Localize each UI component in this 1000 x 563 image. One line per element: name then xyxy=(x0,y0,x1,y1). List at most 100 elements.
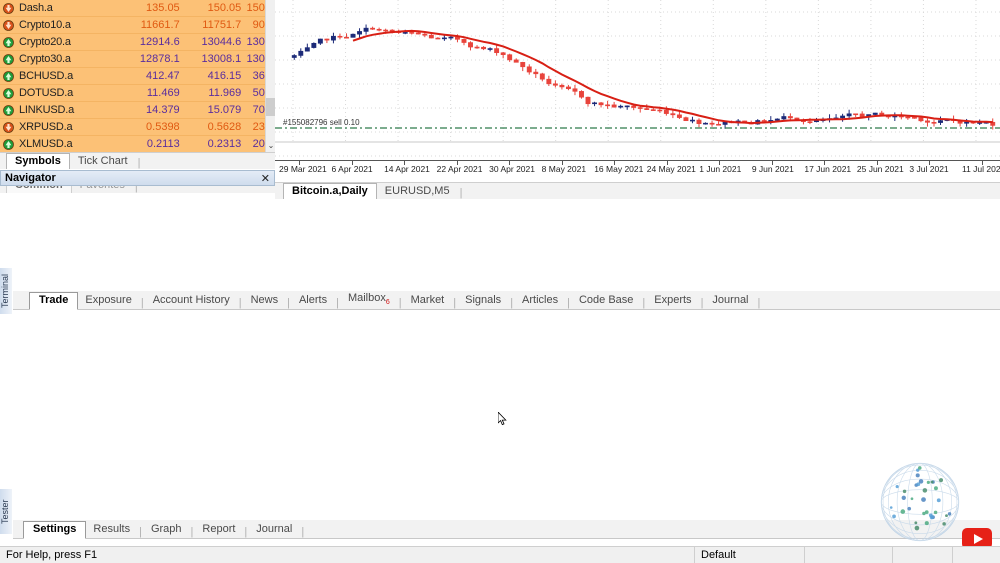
market-watch-bid: 14.379 xyxy=(146,104,180,116)
tab-account-history[interactable]: Account History xyxy=(146,293,237,309)
tab-report[interactable]: Report xyxy=(195,522,242,538)
axis-tick-label: 24 May 2021 xyxy=(646,164,696,174)
navigator-panel-header[interactable]: Navigator ✕ xyxy=(0,170,275,186)
tab-label: Exposure xyxy=(85,294,132,306)
chart-pane[interactable]: #155082796 sell 0.10 xyxy=(275,0,1000,160)
tab-separator: | xyxy=(287,297,290,309)
market-watch-row[interactable]: LINKUSD.a 14.379 15.079 700 xyxy=(0,102,275,119)
tab-label: Symbols xyxy=(15,155,61,167)
tab-label: Report xyxy=(202,523,236,535)
market-watch-symbol: Crypto20.a xyxy=(19,36,71,48)
chevron-down-icon[interactable]: ⌄ xyxy=(266,141,275,150)
tab-label: Alerts xyxy=(298,294,328,306)
terminal-tabs[interactable]: Trade Exposure | Account History | News | Alert… xyxy=(13,291,1000,310)
tab-journal[interactable]: Journal xyxy=(249,522,299,538)
chart-tabs[interactable]: Bitcoin.a,Daily EURUSD,M5 | xyxy=(275,182,1000,199)
tab-tick-chart[interactable]: Tick Chart xyxy=(70,154,136,169)
arrow-up-icon xyxy=(3,53,14,65)
market-watch-ask: 13008.1 xyxy=(201,53,242,65)
tab-separator: | xyxy=(453,297,457,309)
tab-label: Bitcoin.a,Daily xyxy=(292,185,368,197)
axis-tick-label: 3 Jul 2021 xyxy=(909,164,949,174)
market-watch-symbol: Crypto10.a xyxy=(19,19,71,31)
axis-tick-label: 6 Apr 2021 xyxy=(331,164,373,174)
tester-tabs[interactable]: Settings Results | Graph | Report | Journal | xyxy=(13,520,1000,539)
axis-tick-label: 17 Jun 2021 xyxy=(804,164,852,174)
tab-mailbox[interactable]: Mailbox6 xyxy=(341,291,397,309)
market-watch-row[interactable]: Crypto30.a 12878.1 13008.1 1300 xyxy=(0,51,275,68)
terminal-side-label[interactable]: Terminal xyxy=(0,268,12,314)
tab-news[interactable]: News xyxy=(244,293,286,309)
scrollbar-thumb[interactable] xyxy=(266,98,275,116)
market-watch-symbol: LINKUSD.a xyxy=(19,104,75,116)
close-icon[interactable]: ✕ xyxy=(261,172,274,185)
tab-symbols[interactable]: Symbols xyxy=(6,153,70,169)
tab-exposure[interactable]: Exposure xyxy=(78,293,138,309)
tab-separator: | xyxy=(140,297,144,309)
axis-tick-label: 22 Apr 2021 xyxy=(436,164,483,174)
market-watch-row[interactable]: Crypto20.a 12914.6 13044.6 1300 xyxy=(0,34,275,51)
navigator-title: Navigator xyxy=(5,172,56,184)
tab-separator: | xyxy=(301,526,305,538)
tab-separator: | xyxy=(398,297,402,309)
market-watch-ask: 11.969 xyxy=(208,87,242,99)
market-watch-row[interactable]: XRPUSD.a 0.5398 0.5628 230 xyxy=(0,119,275,136)
market-watch-tabs[interactable]: Symbols Tick Chart | xyxy=(0,152,275,169)
tab-badge: 6 xyxy=(385,299,390,306)
axis-tick-label: 11 Jul 2021 xyxy=(961,164,1000,174)
axis-tick-label: 30 Apr 2021 xyxy=(489,164,535,174)
market-watch-symbol: XRPUSD.a xyxy=(19,121,73,133)
tab-label: Trade xyxy=(39,294,69,306)
tab-separator: | xyxy=(336,297,339,309)
tab-label: EURUSD,M5 xyxy=(384,185,450,197)
tab-separator: | xyxy=(459,187,463,199)
strategy-tester-panel: ✕ Expert Advisor ∨ EA Studio BTCUSD D1 4… xyxy=(0,314,1000,546)
tab-settings[interactable]: Settings xyxy=(23,521,87,539)
tab-label: Settings xyxy=(33,523,77,535)
market-watch-panel[interactable]: Dash.a 135.05 150.05 1500 Crypto10.a 11661.7 1… xyxy=(0,0,275,152)
open-position-label: #155082796 sell 0.10 xyxy=(283,118,360,127)
tab-experts[interactable]: Experts xyxy=(647,293,698,309)
tab-separator: | xyxy=(642,297,646,309)
chart-time-axis: 29 Mar 2021 6 Apr 2021 14 Apr 2021 22 Apr 2… xyxy=(275,160,1000,182)
market-watch-row[interactable]: Crypto10.a 11661.7 11751.7 900 xyxy=(0,17,275,34)
tab-alerts[interactable]: Alerts xyxy=(292,293,334,309)
tab-separator: | xyxy=(700,297,704,309)
tab-eurusd-m5[interactable]: EURUSD,M5 xyxy=(377,184,458,199)
tab-market[interactable]: Market xyxy=(404,293,452,309)
market-watch-bid: 0.5398 xyxy=(146,121,180,133)
market-watch-row[interactable]: BCHUSD.a 412.47 416.15 368 xyxy=(0,68,275,85)
market-watch-ask: 11751.7 xyxy=(202,19,242,31)
arrow-up-icon xyxy=(3,87,14,99)
tab-journal[interactable]: Journal xyxy=(705,293,755,309)
tab-label: Tick Chart xyxy=(77,155,128,167)
axis-tick-label: 25 Jun 2021 xyxy=(856,164,904,174)
axis-tick-label: 16 May 2021 xyxy=(594,164,644,174)
tab-label: Results xyxy=(93,523,131,535)
market-watch-row[interactable]: Dash.a 135.05 150.05 1500 xyxy=(0,0,275,17)
market-watch-ask: 0.2313 xyxy=(207,138,242,150)
status-profile[interactable]: Default xyxy=(695,546,805,563)
market-watch-ask: 15.079 xyxy=(207,104,242,116)
market-watch-row[interactable]: DOTUSD.a 11.469 11.969 500 xyxy=(0,85,275,102)
tab-label: Market xyxy=(410,294,445,306)
arrow-up-icon xyxy=(3,104,14,116)
market-watch-bid: 0.2113 xyxy=(146,138,180,150)
tab-articles[interactable]: Articles xyxy=(515,293,565,309)
tab-results[interactable]: Results xyxy=(86,522,137,538)
tester-side-label[interactable]: Tester xyxy=(0,489,12,534)
market-watch-ask: 13044.6 xyxy=(201,36,242,48)
tab-graph[interactable]: Graph xyxy=(144,522,189,538)
tab-bitcoin-a-daily[interactable]: Bitcoin.a,Daily xyxy=(283,183,377,199)
tab-trade[interactable]: Trade xyxy=(29,292,79,310)
market-watch-bid: 11661.7 xyxy=(140,19,180,31)
tab-signals[interactable]: Signals xyxy=(458,293,508,309)
status-seg-4 xyxy=(893,546,953,563)
market-watch-row[interactable]: XLMUSD.a 0.2113 0.2313 200 xyxy=(0,136,275,152)
market-watch-bid: 12878.1 xyxy=(139,53,180,65)
tab-code-base[interactable]: Code Base xyxy=(572,293,640,309)
tab-separator: | xyxy=(190,526,194,538)
market-watch-rows[interactable]: Dash.a 135.05 150.05 1500 Crypto10.a 11661.7 1… xyxy=(0,0,275,152)
market-watch-scrollbar[interactable]: ⌄ xyxy=(265,0,275,152)
market-watch-symbol: BCHUSD.a xyxy=(19,70,74,82)
